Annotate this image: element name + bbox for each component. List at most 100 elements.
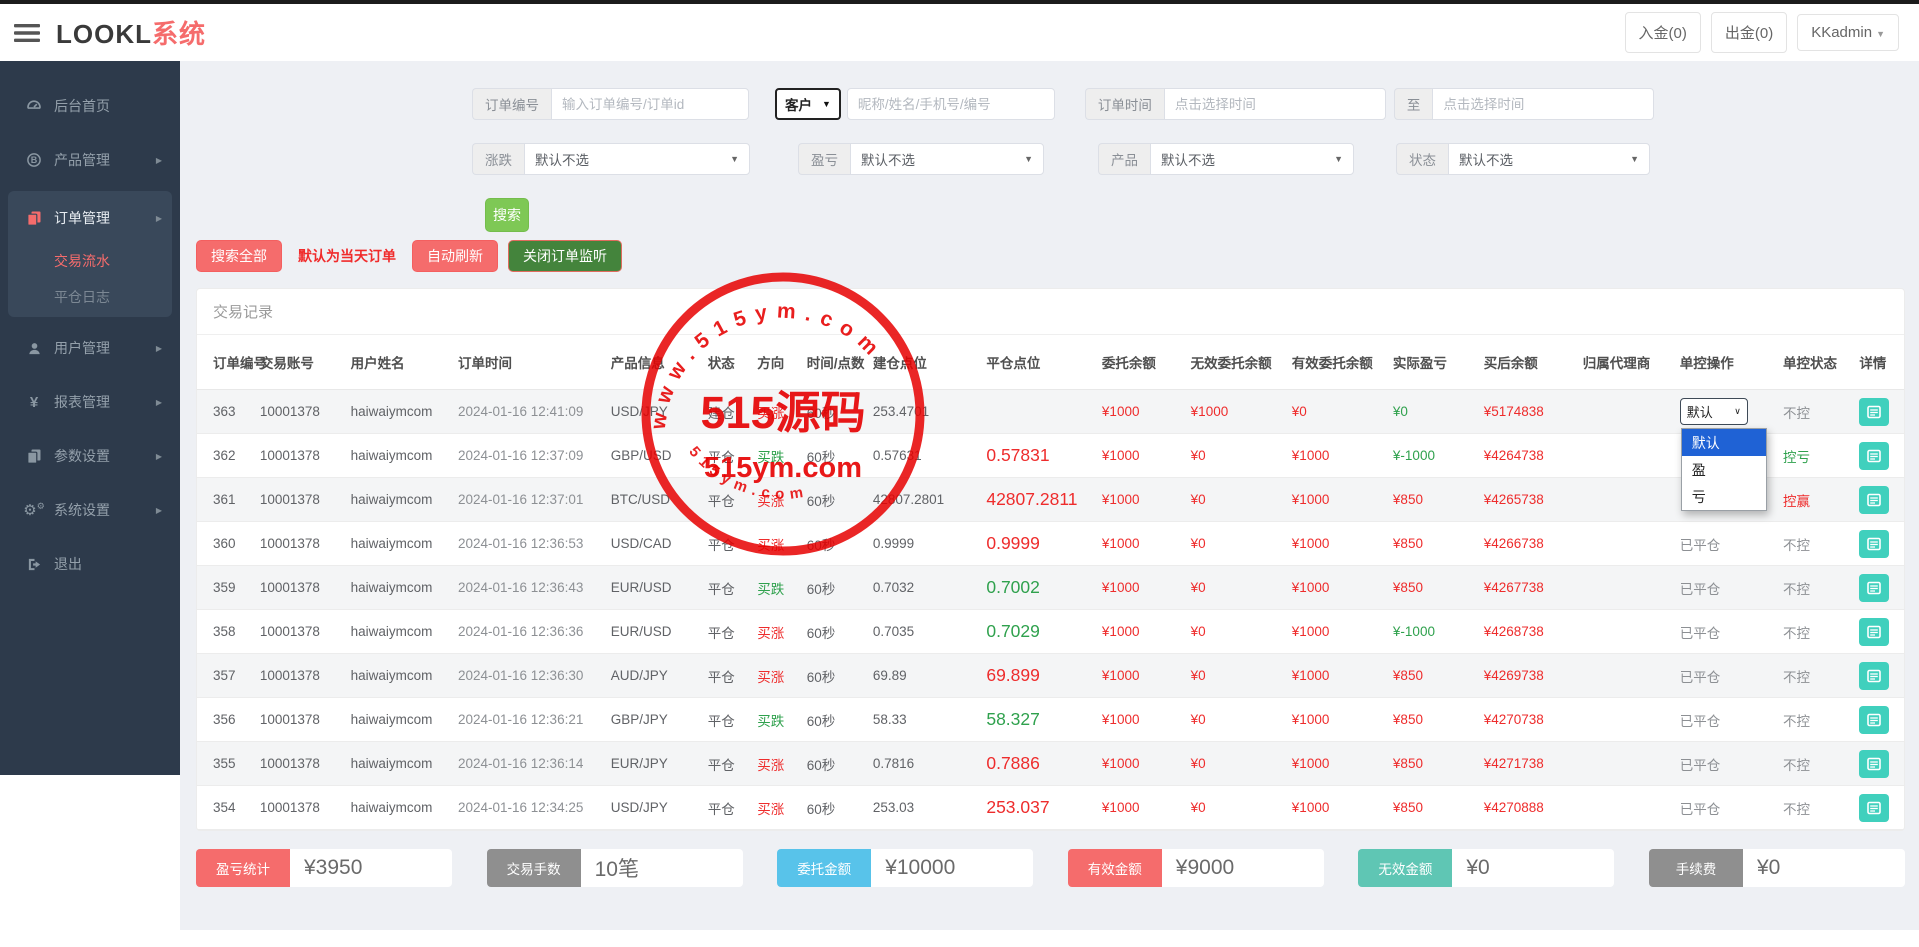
detail-button[interactable] xyxy=(1859,618,1889,646)
user-icon xyxy=(22,341,46,356)
cell-after-balance: ¥4269738 xyxy=(1481,654,1580,698)
cell-username: haiwaiymcom xyxy=(348,786,455,830)
summary-value: 10笔 xyxy=(581,849,743,887)
detail-button[interactable] xyxy=(1859,486,1889,514)
sidebar-item-label: 系统设置 xyxy=(54,500,110,520)
detail-button[interactable] xyxy=(1859,442,1889,470)
admin-menu-button[interactable]: KKadmin▼ xyxy=(1797,14,1899,51)
auto-refresh-button[interactable]: 自动刷新 xyxy=(412,240,498,272)
control-dropdown-option[interactable]: 默认 xyxy=(1682,429,1766,456)
deposit-button[interactable]: 入金(0) xyxy=(1625,12,1701,53)
cell-detail xyxy=(1856,654,1904,698)
cell-detail xyxy=(1856,478,1904,522)
sidebar-item-products[interactable]: B 产品管理 ▶ xyxy=(0,133,180,187)
cell-duration: 60秒 xyxy=(804,654,870,698)
time-to-input[interactable] xyxy=(1432,88,1654,120)
cell-duration: 60秒 xyxy=(804,742,870,786)
profit-loss-label: 盈亏 xyxy=(798,143,850,175)
column-header: 方向 xyxy=(754,335,804,390)
cell-username: haiwaiymcom xyxy=(348,522,455,566)
cell-control-status: 不控 xyxy=(1780,566,1856,610)
cell-order-id: 363 xyxy=(197,390,257,434)
cell-open-price: 0.7816 xyxy=(870,742,984,786)
menu-toggle-icon[interactable] xyxy=(14,24,40,42)
sidebar-item-reports[interactable]: ¥ 报表管理 ▶ xyxy=(0,375,180,429)
cell-order-id: 355 xyxy=(197,742,257,786)
summary-label: 手续费 xyxy=(1649,849,1743,887)
status-select[interactable]: 默认不选▼ xyxy=(1448,143,1650,175)
cell-account: 10001378 xyxy=(257,434,348,478)
cell-entrust-balance: ¥1000 xyxy=(1099,786,1188,830)
cell-duration: 60秒 xyxy=(804,566,870,610)
search-button[interactable]: 搜索 xyxy=(485,198,529,232)
sidebar-item-logout[interactable]: 退出 xyxy=(0,537,180,591)
rise-fall-select[interactable]: 默认不选▼ xyxy=(524,143,750,175)
time-from-input[interactable] xyxy=(1164,88,1386,120)
chevron-down-icon: ▼ xyxy=(1334,154,1343,164)
cell-open-price: 42807.2801 xyxy=(870,478,984,522)
order-no-label: 订单编号 xyxy=(472,88,551,120)
cell-entrust-balance: ¥1000 xyxy=(1099,566,1188,610)
cell-order-id: 361 xyxy=(197,478,257,522)
column-header: 单控操作 xyxy=(1677,335,1780,390)
cell-control-status: 不控 xyxy=(1780,522,1856,566)
cell-username: haiwaiymcom xyxy=(348,566,455,610)
detail-button[interactable] xyxy=(1859,662,1889,690)
cell-control-operation: 已平仓 xyxy=(1677,610,1780,654)
sidebar-item-users[interactable]: 用户管理 ▶ xyxy=(0,321,180,375)
detail-button[interactable] xyxy=(1859,398,1889,426)
svg-text:B: B xyxy=(31,155,38,165)
summary-label: 无效金额 xyxy=(1358,849,1452,887)
detail-button[interactable] xyxy=(1859,706,1889,734)
main-content: 订单编号 客户▼ 订单时间 至 涨跌 默认不选▼ 盈亏 xyxy=(180,61,1919,930)
detail-button[interactable] xyxy=(1859,750,1889,778)
cell-status: 平仓 xyxy=(705,566,755,610)
cell-after-balance: ¥4270888 xyxy=(1481,786,1580,830)
customer-type-select[interactable]: 客户▼ xyxy=(775,88,841,120)
sidebar-item-label: 用户管理 xyxy=(54,338,110,358)
cell-product: EUR/USD xyxy=(608,566,705,610)
control-dropdown-list: 默认盈亏 xyxy=(1681,428,1767,511)
cell-detail xyxy=(1856,434,1904,478)
cell-detail xyxy=(1856,522,1904,566)
sidebar-item-orders[interactable]: 订单管理 ▶ xyxy=(8,193,172,243)
cell-valid-balance: ¥1000 xyxy=(1289,610,1390,654)
detail-button[interactable] xyxy=(1859,794,1889,822)
cell-control-operation: 已平仓 xyxy=(1677,786,1780,830)
column-header: 时间/点数 xyxy=(804,335,870,390)
search-all-button[interactable]: 搜索全部 xyxy=(196,240,282,272)
customer-input[interactable] xyxy=(847,88,1055,120)
cell-close-price: 0.9999 xyxy=(983,522,1099,566)
cell-control-status: 不控 xyxy=(1780,610,1856,654)
cell-duration: 60秒 xyxy=(804,786,870,830)
cell-duration: 60秒 xyxy=(804,390,870,434)
withdraw-button[interactable]: 出金(0) xyxy=(1711,12,1787,53)
sidebar-subitem-close-log[interactable]: 平仓日志 xyxy=(8,279,172,315)
cell-valid-balance: ¥1000 xyxy=(1289,786,1390,830)
cell-after-balance: ¥4271738 xyxy=(1481,742,1580,786)
cell-product: EUR/USD xyxy=(608,610,705,654)
chevron-down-icon: ▼ xyxy=(1630,154,1639,164)
sidebar-item-system[interactable]: ⚙⚙ 系统设置 ▶ xyxy=(0,483,180,537)
control-dropdown-option[interactable]: 盈 xyxy=(1682,456,1766,483)
control-select[interactable]: 默认∨默认盈亏 xyxy=(1680,398,1748,425)
table-row: 35610001378haiwaiymcom2024-01-16 12:36:2… xyxy=(197,698,1904,742)
control-dropdown-option[interactable]: 亏 xyxy=(1682,483,1766,510)
sidebar-subitem-trade-flow[interactable]: 交易流水 xyxy=(8,243,172,279)
profit-loss-select[interactable]: 默认不选▼ xyxy=(850,143,1044,175)
product-select[interactable]: 默认不选▼ xyxy=(1150,143,1354,175)
detail-button[interactable] xyxy=(1859,530,1889,558)
sidebar-item-dashboard[interactable]: 后台首页 xyxy=(0,79,180,133)
summary-label: 盈亏统计 xyxy=(196,849,290,887)
cell-status: 平仓 xyxy=(705,742,755,786)
sidebar-item-params[interactable]: 参数设置 ▶ xyxy=(0,429,180,483)
close-order-listen-button[interactable]: 关闭订单监听 xyxy=(508,240,622,272)
detail-button[interactable] xyxy=(1859,574,1889,602)
chevron-down-icon: ▼ xyxy=(1876,29,1885,39)
table-row: 35510001378haiwaiymcom2024-01-16 12:36:1… xyxy=(197,742,1904,786)
order-no-input[interactable] xyxy=(551,88,749,120)
column-header: 建仓点位 xyxy=(870,335,984,390)
chevron-down-icon: ▼ xyxy=(822,99,831,109)
cell-entrust-balance: ¥1000 xyxy=(1099,698,1188,742)
cell-agent xyxy=(1580,522,1677,566)
